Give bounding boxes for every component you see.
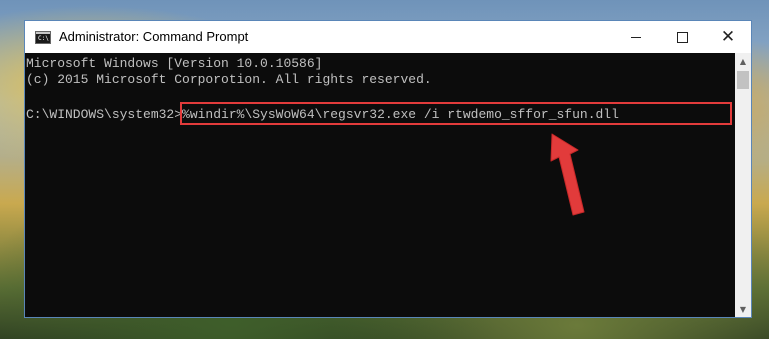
scroll-up-button[interactable]: ▲	[735, 53, 751, 69]
console-output[interactable]: Microsoft Windows [Version 10.0.10586] (…	[25, 53, 735, 317]
command-highlight-box	[180, 102, 732, 125]
scrollbar-thumb[interactable]	[737, 71, 749, 89]
window-title: Administrator: Command Prompt	[59, 29, 249, 44]
console-copyright-line: (c) 2015 Microsoft Corporotion. All righ…	[26, 72, 432, 87]
red-arrow-icon	[550, 133, 585, 216]
maximize-icon	[676, 31, 688, 43]
maximize-button[interactable]	[659, 21, 705, 53]
minimize-icon	[631, 36, 641, 38]
command-prompt-window: C:\ Administrator: Command Prompt ✕ Micr…	[24, 20, 752, 318]
scroll-down-button[interactable]: ▼	[735, 301, 751, 317]
close-button[interactable]: ✕	[705, 21, 751, 53]
console-prompt: C:\WINDOWS\system32>	[26, 107, 183, 122]
cmd-icon: C:\	[35, 31, 51, 44]
title-bar[interactable]: C:\ Administrator: Command Prompt ✕	[25, 21, 751, 53]
close-icon: ✕	[720, 26, 736, 47]
vertical-scrollbar[interactable]: ▲ ▼	[735, 53, 751, 317]
caret-down-icon: ▼	[739, 304, 747, 314]
minimize-button[interactable]	[613, 21, 659, 53]
caret-up-icon: ▲	[739, 56, 747, 66]
console-version-line: Microsoft Windows [Version 10.0.10586]	[26, 56, 323, 71]
